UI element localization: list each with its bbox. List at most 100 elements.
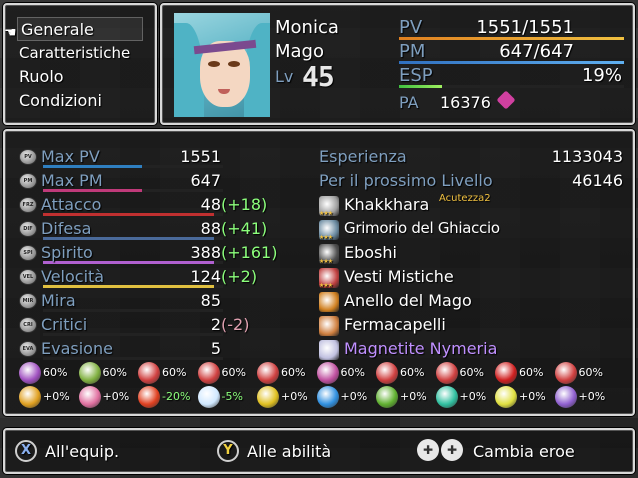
stat-value: 124 <box>190 267 221 286</box>
stat-value: 48 <box>200 195 221 214</box>
stat-bonus: (+2) <box>221 267 258 286</box>
hp-gauge <box>399 37 624 40</box>
resistance-value: +0% <box>578 390 606 403</box>
stat-name: Mira <box>41 291 76 310</box>
y-button-icon[interactable]: Y <box>217 440 239 462</box>
resistance-value: 60% <box>281 366 306 379</box>
resistance-value: -20% <box>162 390 191 403</box>
rb-button-icon[interactable]: ✚ <box>441 439 463 461</box>
stat-bonus: (+161) <box>221 243 278 262</box>
resistance-value: 60% <box>519 366 544 379</box>
equipment-item-name[interactable]: Anello del Mago <box>344 291 472 310</box>
level-label: Lv <box>275 67 294 86</box>
orb-icon <box>319 340 339 360</box>
sleep-icon <box>316 362 339 384</box>
equip-hint[interactable]: All'equip. <box>45 442 119 461</box>
stat-icon-mir: MIR <box>19 293 37 309</box>
menu-item-condizioni[interactable]: Condizioni <box>19 89 102 113</box>
menu-item-caratteristiche[interactable]: Caratteristiche <box>19 41 130 65</box>
equipment-item-name[interactable]: Magnetite Nymeria <box>344 339 497 358</box>
exp-gauge <box>399 85 624 88</box>
actor-portrait <box>174 13 270 117</box>
rarity-stars: ★★★ <box>319 258 333 265</box>
yin-yang-icon <box>19 386 41 408</box>
stat-name: Velocità <box>41 267 105 286</box>
next-level-label: Per il prossimo Livello <box>319 171 493 190</box>
actor-level: 45 <box>302 60 335 93</box>
equipment-item-name[interactable]: Khakkhara <box>344 195 429 214</box>
rarity-stars: ★★★ <box>319 282 333 289</box>
mp-gauge <box>399 61 624 64</box>
resistance-value: +0% <box>102 390 130 403</box>
stat-value: 5 <box>210 339 221 358</box>
stat-icon-pm: PM <box>19 173 37 189</box>
ap-value: 16376 <box>440 93 491 112</box>
stat-bonus: (+18) <box>221 195 268 214</box>
actor-status-window: Monica Mago Lv 45 PV 1551/1551 PM 647/64… <box>160 3 635 125</box>
stat-value: 2 <box>210 315 221 334</box>
equipment-item-name[interactable]: Vesti Mistiche <box>344 267 454 286</box>
equipment-item-name[interactable]: Eboshi <box>344 243 397 262</box>
rarity-stars: ★★★ <box>319 210 333 217</box>
ap-label: PA <box>399 93 419 112</box>
berry-icon <box>495 362 517 384</box>
stat-name: Evasione <box>41 339 113 358</box>
menu-item-label: Ruolo <box>19 67 64 86</box>
menu-item-generale[interactable]: ☚ Generale <box>4 17 143 41</box>
stat-bonus: (+41) <box>221 219 268 238</box>
hairpin-icon <box>319 316 339 336</box>
exp-value: 19% <box>581 65 622 86</box>
resistance-value: 60% <box>162 366 187 379</box>
stat-icon-spi: SPI <box>19 245 37 261</box>
stat-value: 85 <box>200 291 221 310</box>
equipment-item-enchant: Acutezza2 <box>439 193 491 204</box>
resistance-value: +0% <box>281 390 308 403</box>
thunder-icon <box>257 386 279 408</box>
leaf-icon <box>376 386 398 408</box>
stat-name: Max PV <box>41 147 100 166</box>
equipment-item-name[interactable]: Grimorio del Ghiaccio <box>344 219 500 237</box>
stat-name: Attacco <box>41 195 102 214</box>
fire-icon <box>138 386 160 408</box>
resistance-value: 60% <box>43 366 68 379</box>
mp-value: 647/647 <box>499 41 574 62</box>
menu-item-ruolo[interactable]: Ruolo <box>19 65 64 89</box>
ring-icon <box>319 292 339 312</box>
stat-value: 388 <box>190 243 221 262</box>
stop-icon <box>376 362 398 384</box>
x-button-icon[interactable]: X <box>15 440 37 462</box>
resistance-value: +0% <box>340 390 368 403</box>
skills-hint[interactable]: Alle abilità <box>247 442 331 461</box>
ap-gem-icon <box>496 90 516 110</box>
stat-icon-dif: DIF <box>19 221 37 237</box>
exp-label: ESP <box>399 65 433 86</box>
resistance-value: +0% <box>459 390 487 403</box>
actor-name: Monica <box>275 17 339 38</box>
burst-icon <box>435 362 458 384</box>
switch-hero-hint[interactable]: Cambia eroe <box>473 442 575 461</box>
menu-item-label: Generale <box>21 20 94 39</box>
rarity-stars: ★★★ <box>319 234 333 241</box>
water-icon <box>316 386 339 408</box>
experience-label: Esperienza <box>319 147 407 166</box>
resistance-value: +0% <box>43 390 70 403</box>
lb-button-icon[interactable]: ✚ <box>417 439 439 461</box>
stat-icon-frz: FRZ <box>19 197 37 213</box>
mp-label: PM <box>399 41 426 62</box>
silence-icon <box>138 362 160 384</box>
resistance-value: +0% <box>519 390 546 403</box>
resistance-value: 60% <box>459 366 484 379</box>
stat-name: Spirito <box>41 243 93 262</box>
stat-value: 1551 <box>180 147 221 166</box>
light-icon <box>495 386 517 408</box>
hp-label: PV <box>399 17 423 38</box>
stat-bonus: (-2) <box>221 315 250 334</box>
resistance-value: 60% <box>400 366 425 379</box>
question-icon <box>257 362 279 384</box>
equipment-item-name[interactable]: Fermacapelli <box>344 315 446 334</box>
details-window: PV Max PV 1551 PM Max PM 647 FRZ Attacco 48 (+18)… <box>3 129 635 416</box>
ice-icon <box>197 386 220 408</box>
resistance-value: 60% <box>340 366 365 379</box>
death-icon <box>554 362 577 384</box>
blind-icon <box>78 362 101 384</box>
